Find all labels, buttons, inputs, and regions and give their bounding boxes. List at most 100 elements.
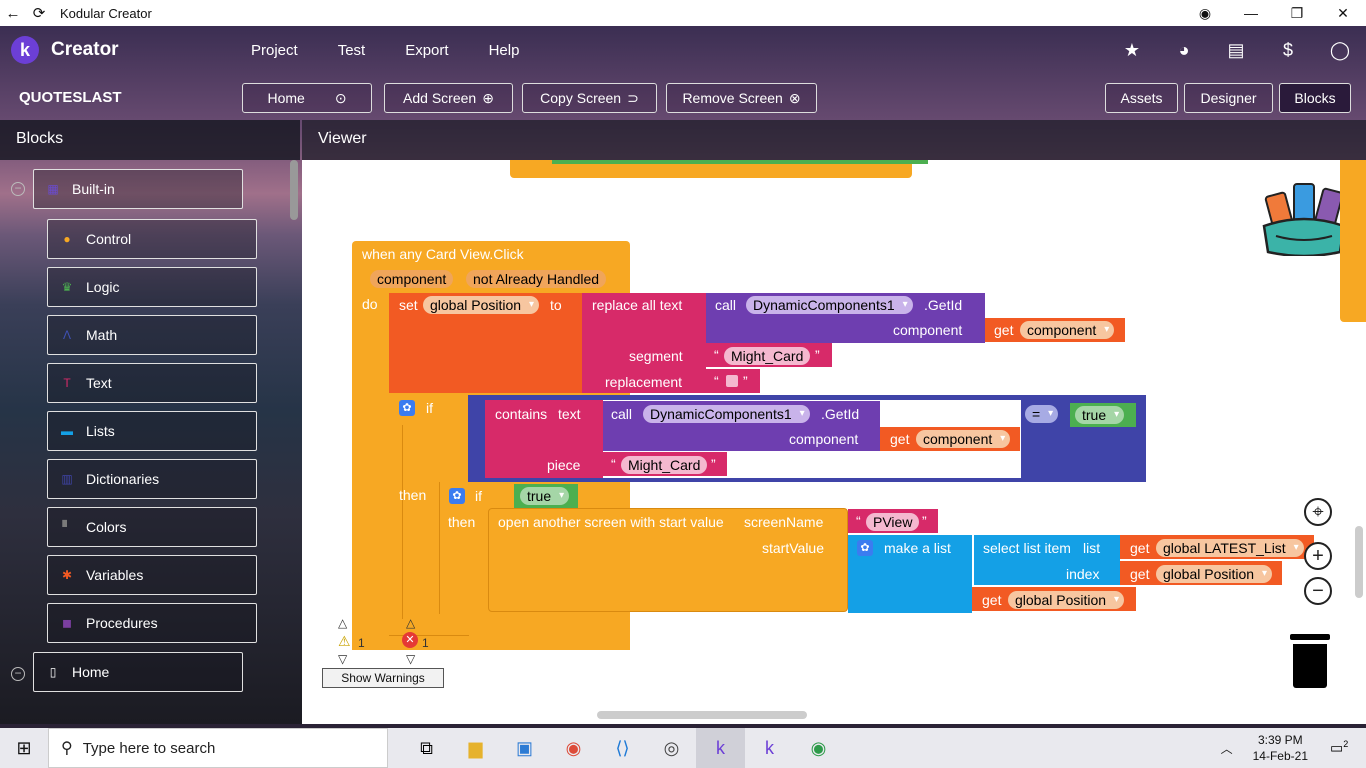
blocks-workspace[interactable]: when any Card View.Click component not A… — [302, 160, 1366, 724]
task-view-icon[interactable]: ⧉ — [402, 728, 451, 768]
get-component-select[interactable]: component — [916, 430, 1011, 448]
show-warnings-button[interactable]: Show Warnings — [322, 668, 444, 688]
center-workspace-icon[interactable]: ⌖ — [1304, 498, 1332, 526]
dollar-icon[interactable]: $ — [1276, 38, 1300, 62]
chrome-profile-icon[interactable]: ◉ — [794, 728, 843, 768]
horizontal-scrollbar[interactable] — [597, 711, 807, 719]
start-value-label: startValue — [762, 540, 824, 556]
call-label: call — [611, 406, 633, 422]
vertical-scrollbar[interactable] — [1355, 526, 1363, 598]
replace-all-label: replace all text — [592, 297, 683, 313]
mutator-gear-icon[interactable]: ✿ — [857, 540, 873, 556]
remove-screen-button[interactable]: Remove Screen ⊗ — [666, 83, 817, 113]
tray-chevron-up-icon[interactable]: ︿ — [1221, 740, 1233, 757]
builtin-category[interactable]: ▦ Built-in — [33, 169, 243, 209]
control-panel-icon[interactable]: ▣ — [500, 728, 549, 768]
warning-down-arrow-icon[interactable]: ▽ — [338, 652, 347, 666]
collapse-minus-icon[interactable]: − — [11, 667, 25, 681]
mutator-gear-icon[interactable]: ✿ — [449, 488, 465, 504]
kodular-logo[interactable]: k — [11, 36, 39, 64]
error-down-arrow-icon[interactable]: ▽ — [406, 652, 415, 666]
windows-start-icon[interactable]: ⊞ — [0, 728, 48, 768]
zoom-in-icon[interactable]: + — [1304, 542, 1332, 570]
palette-icon[interactable]: ◕ — [1172, 38, 1196, 62]
collapse-minus-icon[interactable]: − — [11, 182, 25, 196]
copy-screen-button[interactable]: Copy Screen ⊃ — [522, 83, 657, 113]
close-icon[interactable]: ✕ — [1320, 0, 1366, 26]
minimize-icon[interactable]: — — [1228, 0, 1274, 26]
latest-list-select[interactable]: global LATEST_List — [1156, 539, 1304, 557]
category-lists[interactable]: ▬ Lists — [47, 411, 257, 451]
notifications-icon[interactable]: ▭2 — [1330, 739, 1360, 757]
partial-right-block[interactable] — [1340, 160, 1366, 322]
kodular-app-icon-2[interactable]: k — [745, 728, 794, 768]
assets-button[interactable]: Assets — [1105, 83, 1178, 113]
screen-select-label: Home — [267, 90, 305, 106]
category-label: Control — [86, 231, 132, 247]
might-card-text[interactable]: Might_Card — [724, 347, 811, 365]
kodular-app-icon[interactable]: k — [696, 728, 745, 768]
clock[interactable]: 3:39 PM 14-Feb-21 — [1253, 732, 1308, 764]
category-dictionaries[interactable]: ▥ Dictionaries — [47, 459, 257, 499]
category-text[interactable]: T Text — [47, 363, 257, 403]
category-variables[interactable]: ✱ Variables — [47, 555, 257, 595]
category-logic[interactable]: ♛ Logic — [47, 267, 257, 307]
pview-text[interactable]: PView — [866, 513, 920, 531]
screen-select[interactable]: Home ⊙ — [242, 83, 372, 113]
reload-icon[interactable]: ⟳ — [26, 4, 52, 22]
blocks-scrollbar[interactable] — [290, 160, 298, 220]
position-select[interactable]: global Position — [1156, 565, 1273, 583]
add-screen-button[interactable]: Add Screen ⊕ — [384, 83, 513, 113]
eye-off-icon[interactable]: ◉ — [1182, 0, 1228, 26]
equals-operator-select[interactable]: = — [1025, 405, 1059, 423]
system-tray: ︿ 3:39 PM 14-Feb-21 ▭2 — [1221, 728, 1366, 768]
star-folder-icon[interactable]: ★ — [1120, 38, 1144, 62]
vscode-icon[interactable]: ⟨⟩ — [598, 728, 647, 768]
warning-up-arrow-icon[interactable]: △ — [338, 616, 347, 630]
position-select[interactable]: global Position — [1008, 591, 1125, 609]
true-select[interactable]: true — [520, 487, 570, 505]
menu-test[interactable]: Test — [338, 42, 366, 59]
empty-text-field[interactable] — [726, 375, 738, 387]
quote-close: ” — [815, 347, 820, 363]
designer-button[interactable]: Designer — [1184, 83, 1273, 113]
account-icon[interactable]: ◯ — [1328, 38, 1352, 62]
menu-project[interactable]: Project — [251, 42, 298, 59]
might-card-text[interactable]: Might_Card — [621, 456, 708, 474]
search-icon: ⚲ — [61, 740, 73, 757]
screen-home-category[interactable]: ▯ Home — [33, 652, 243, 692]
get-component-select[interactable]: component — [1020, 321, 1115, 339]
designer-label: Designer — [1200, 90, 1257, 106]
taskbar-search[interactable]: ⚲ Type here to search — [48, 728, 388, 768]
back-arrow-icon[interactable]: ← — [0, 5, 26, 22]
dynamic-components-select[interactable]: DynamicComponents1 — [643, 405, 810, 423]
trash-icon[interactable] — [1290, 634, 1330, 688]
category-procedures[interactable]: ◼ Procedures — [47, 603, 257, 643]
error-icon: ✕ — [402, 632, 418, 648]
menu-export[interactable]: Export — [405, 42, 448, 59]
chrome-icon[interactable]: ◉ — [549, 728, 598, 768]
category-colors[interactable]: ▘ Colors — [47, 507, 257, 547]
screen-home-label: Home — [72, 664, 110, 680]
blocks-button[interactable]: Blocks — [1279, 83, 1351, 113]
file-explorer-icon[interactable]: ▆ — [451, 728, 500, 768]
mutator-gear-icon[interactable]: ✿ — [399, 400, 415, 416]
blocks-label: Blocks — [1294, 90, 1336, 106]
category-control[interactable]: ● Control — [47, 219, 257, 259]
category-label: Dictionaries — [86, 471, 160, 487]
maximize-icon[interactable]: ❐ — [1274, 0, 1320, 26]
error-up-arrow-icon[interactable]: △ — [406, 616, 415, 630]
param-component[interactable]: component — [370, 270, 454, 288]
true-select[interactable]: true — [1075, 406, 1125, 424]
category-math[interactable]: Λ Math — [47, 315, 257, 355]
dynamic-components-select[interactable]: DynamicComponents1 — [746, 296, 913, 314]
menu-help[interactable]: Help — [489, 42, 520, 59]
replacement-label: replacement — [605, 374, 683, 390]
if-label: if — [475, 488, 482, 504]
zoom-out-icon[interactable]: − — [1304, 577, 1332, 605]
param-not-handled[interactable]: not Already Handled — [466, 270, 607, 288]
var-global-position[interactable]: global Position — [423, 296, 540, 314]
backpack-icon[interactable] — [1260, 180, 1348, 258]
media-player-icon[interactable]: ◎ — [647, 728, 696, 768]
catalog-icon[interactable]: ▤ — [1224, 38, 1248, 62]
